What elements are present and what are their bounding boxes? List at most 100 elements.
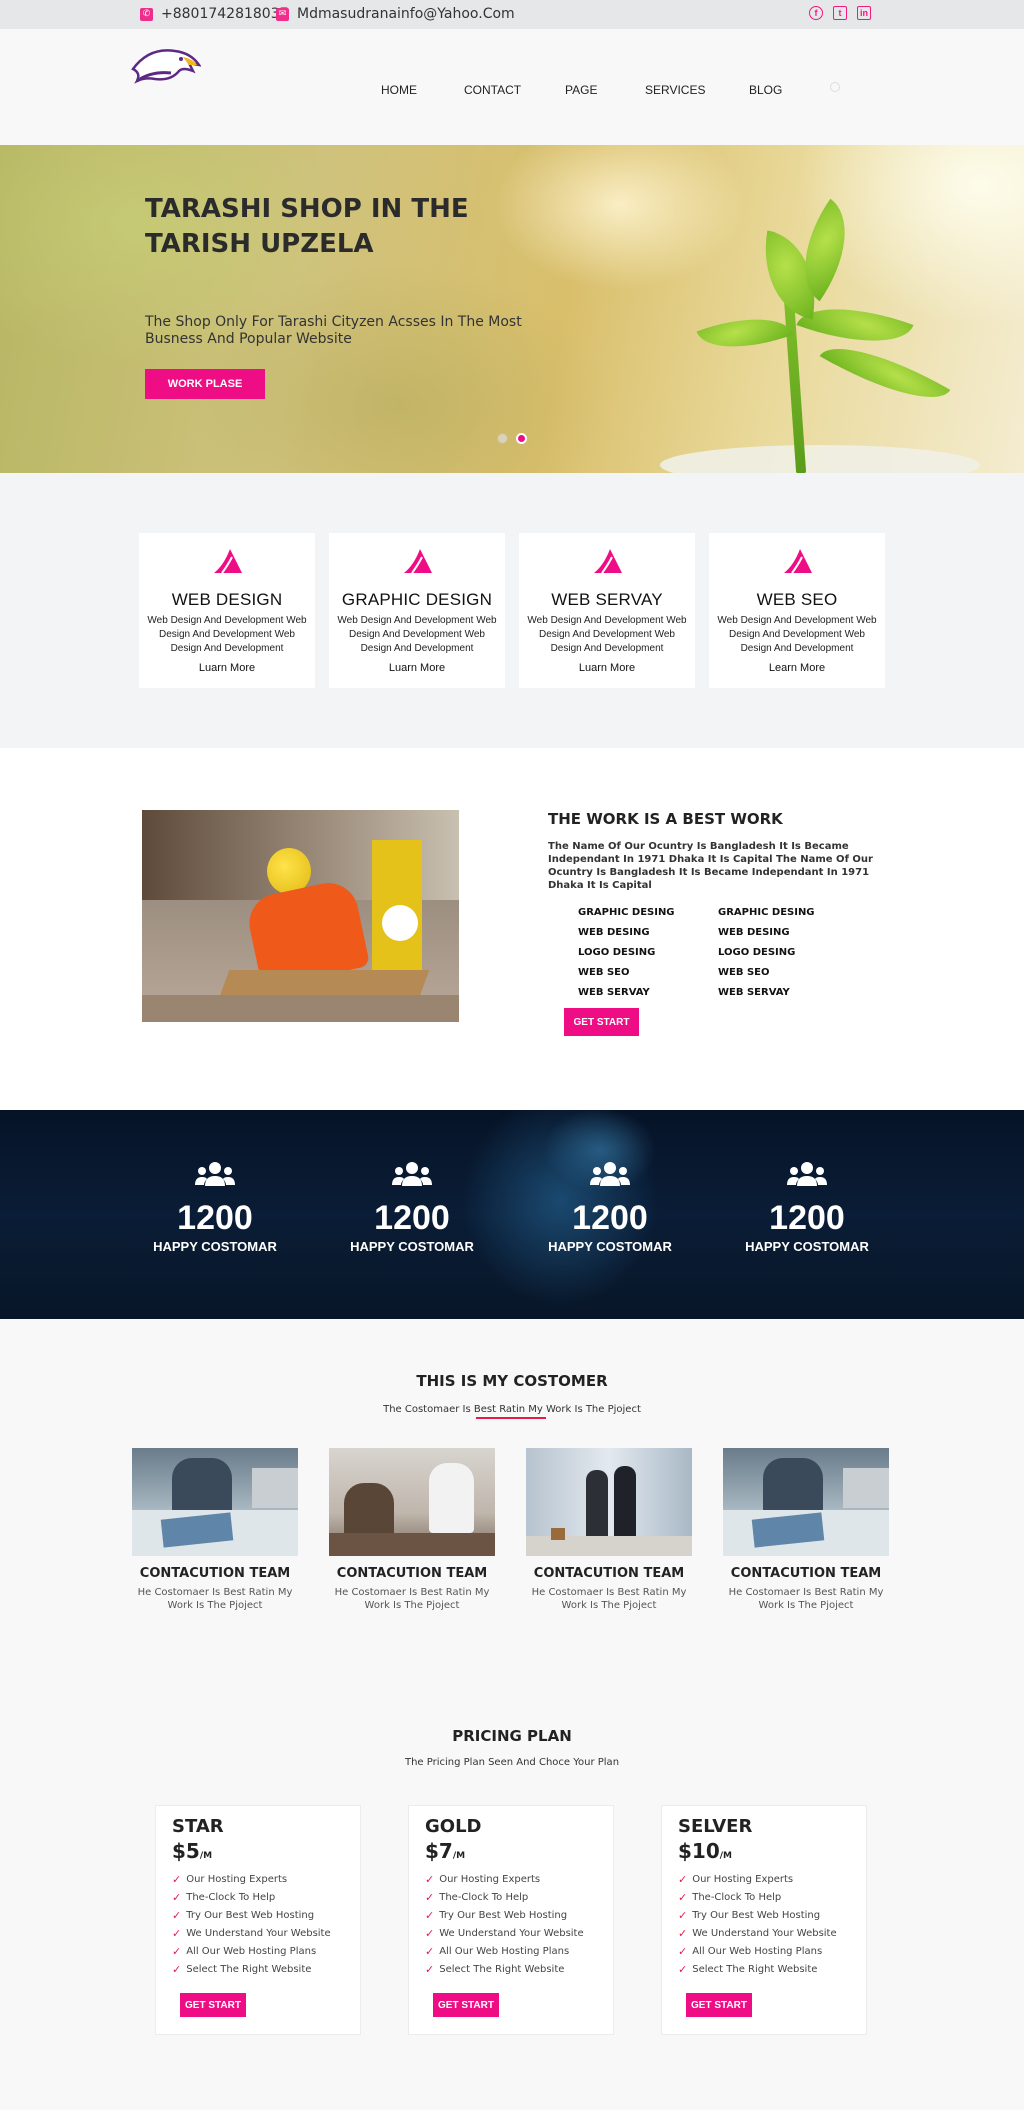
pricing-subtitle: The Pricing Plan Seen And Choce Your Pla… — [404, 1757, 620, 1768]
twitter-icon[interactable]: t — [833, 6, 847, 20]
eagle-logo[interactable] — [131, 41, 201, 91]
plan-get-start-button[interactable]: GET START — [686, 1993, 752, 2017]
learn-more-link[interactable]: Luarn More — [329, 662, 505, 674]
learn-more-link[interactable]: Luarn More — [519, 662, 695, 674]
stat-number: 1200 — [374, 1199, 450, 1237]
customer-card: CONTACUTION TEAM He Costomaer Is Best Ra… — [723, 1448, 889, 1612]
feature-item: ✓ The-Clock To Help — [425, 1889, 597, 1907]
nav-blog[interactable]: BLOG — [749, 83, 782, 97]
search-icon[interactable] — [830, 82, 840, 92]
customer-title: CONTACUTION TEAM — [533, 1566, 685, 1581]
customers-subtitle: The Costomaer Is Best Ratin My Work Is T… — [383, 1404, 641, 1415]
stat-label: HAPPY COSTOMAR — [745, 1239, 869, 1254]
nav-contact[interactable]: CONTACT — [464, 83, 521, 97]
feature-item: ✓ All Our Web Hosting Plans — [425, 1943, 597, 1961]
feature-text: The-Clock To Help — [692, 1892, 782, 1903]
feature-list: ✓ Our Hosting Experts ✓ The-Clock To Help … — [678, 1871, 850, 1979]
plan-get-start-button[interactable]: GET START — [433, 1993, 499, 2017]
customer-text: He Costomaer Is Best Ratin My Work Is Th… — [728, 1587, 884, 1611]
list-item: WEB SERVAY — [718, 987, 790, 998]
nav-page[interactable]: PAGE — [565, 83, 597, 97]
check-icon: ✓ — [678, 1963, 688, 1976]
feature-text: All Our Web Hosting Plans — [439, 1946, 570, 1957]
service-title: WEB SEO — [756, 590, 838, 609]
feature-text: Select The Right Website — [692, 1964, 818, 1975]
linkedin-icon[interactable]: in — [857, 6, 871, 20]
hero-cta-button[interactable]: WORK PLASE — [145, 369, 265, 399]
pricing-title: PRICING PLAN — [452, 1727, 572, 1745]
check-icon: ✓ — [425, 1891, 435, 1904]
feature-text: Select The Right Website — [439, 1964, 565, 1975]
check-icon: ✓ — [425, 1909, 435, 1922]
list-item: WEB DESING — [718, 927, 790, 938]
feature-item: ✓ Try Our Best Web Hosting — [425, 1907, 597, 1925]
feature-item: ✓ Our Hosting Experts — [425, 1871, 597, 1889]
feature-text: We Understand Your Website — [692, 1928, 837, 1939]
check-icon: ✓ — [678, 1891, 688, 1904]
stat-label: HAPPY COSTOMAR — [548, 1239, 672, 1254]
check-icon: ✓ — [425, 1873, 435, 1886]
customer-title: CONTACUTION TEAM — [139, 1566, 291, 1581]
service-title: WEB SERVAY — [551, 590, 663, 609]
price-value: $7 — [425, 1839, 453, 1863]
feature-item: ✓ Select The Right Website — [425, 1961, 597, 1979]
fin-icon — [214, 549, 242, 574]
email-address: Mdmasudranainfo@Yahoo.Com — [297, 6, 515, 22]
plan-get-start-button[interactable]: GET START — [180, 1993, 246, 2017]
price-unit: /M — [452, 1851, 466, 1861]
feature-item: ✓ All Our Web Hosting Plans — [678, 1943, 850, 1961]
plan-price: $5/M — [172, 1839, 344, 1863]
hero-banner: TARASHI SHOP IN THE TARISH UPZELA The Sh… — [0, 145, 1024, 473]
feature-text: Try Our Best Web Hosting — [439, 1910, 568, 1921]
skills-list-right: GRAPHIC DESING WEB DESING LOGO DESING WE… — [718, 903, 815, 1003]
feature-item: ✓ Try Our Best Web Hosting — [172, 1907, 344, 1925]
plan-name: SELVER — [678, 1816, 753, 1837]
stat-number: 1200 — [769, 1199, 845, 1237]
feature-item: ✓ We Understand Your Website — [425, 1925, 597, 1943]
check-icon: ✓ — [678, 1873, 688, 1886]
email-contact[interactable]: ✉ Mdmasudranainfo@Yahoo.Com — [276, 6, 515, 22]
feature-text: Select The Right Website — [186, 1964, 312, 1975]
facebook-icon[interactable]: f — [809, 6, 823, 20]
list-item: LOGO DESING — [718, 947, 796, 958]
service-card: GRAPHIC DESIGN Web Design And Developmen… — [329, 533, 505, 688]
check-icon: ✓ — [425, 1945, 435, 1958]
list-item: WEB SERVAY — [578, 987, 650, 998]
customer-title: CONTACUTION TEAM — [730, 1566, 882, 1581]
learn-more-link[interactable]: Learn More — [709, 662, 885, 674]
check-icon: ✓ — [172, 1891, 182, 1904]
customer-card: CONTACUTION TEAM He Costomaer Is Best Ra… — [329, 1448, 495, 1612]
about-title: THE WORK IS A BEST WORK — [548, 810, 783, 828]
pricing-card: GOLD $7/M ✓ Our Hosting Experts ✓ The-Cloc… — [408, 1805, 614, 2035]
nav-services[interactable]: SERVICES — [645, 83, 705, 97]
learn-more-link[interactable]: Luarn More — [139, 662, 315, 674]
check-icon: ✓ — [172, 1927, 182, 1940]
feature-item: ✓ The-Clock To Help — [172, 1889, 344, 1907]
services-section: WEB DESIGN Web Design And Development We… — [0, 473, 1024, 748]
team-photo — [132, 1448, 298, 1556]
customers-section: THIS IS MY COSTOMER The Costomaer Is Bes… — [0, 1319, 1024, 1679]
list-item: GRAPHIC DESING — [718, 907, 815, 918]
price-unit: /M — [719, 1851, 732, 1861]
phone-contact[interactable]: ✆ +8801742818037 — [140, 6, 289, 22]
feature-item: ✓ We Understand Your Website — [172, 1925, 344, 1943]
leaf-shape — [696, 300, 794, 366]
header: HOME CONTACT PAGE SERVICES BLOG — [0, 29, 1024, 145]
slider-dot-1[interactable] — [497, 433, 508, 444]
service-card: WEB SEO Web Design And Development Web D… — [709, 533, 885, 688]
check-icon: ✓ — [172, 1873, 182, 1886]
nav-home[interactable]: HOME — [381, 83, 417, 97]
feature-text: All Our Web Hosting Plans — [186, 1946, 317, 1957]
feature-text: Our Hosting Experts — [439, 1874, 541, 1885]
service-desc: Web Design And Development Web Design An… — [337, 615, 497, 654]
service-card: WEB DESIGN Web Design And Development We… — [139, 533, 315, 688]
slider-dot-2[interactable] — [516, 433, 527, 444]
title-underline — [476, 1417, 546, 1419]
about-section: THE WORK IS A BEST WORK The Name Of Our … — [0, 748, 1024, 1110]
service-desc: Web Design And Development Web Design An… — [527, 615, 687, 654]
service-desc: Web Design And Development Web Design An… — [147, 615, 307, 654]
fin-icon — [404, 549, 432, 574]
feature-item: ✓ Try Our Best Web Hosting — [678, 1907, 850, 1925]
customer-text: He Costomaer Is Best Ratin My Work Is Th… — [334, 1587, 490, 1611]
about-get-start-button[interactable]: GET START — [564, 1008, 639, 1036]
